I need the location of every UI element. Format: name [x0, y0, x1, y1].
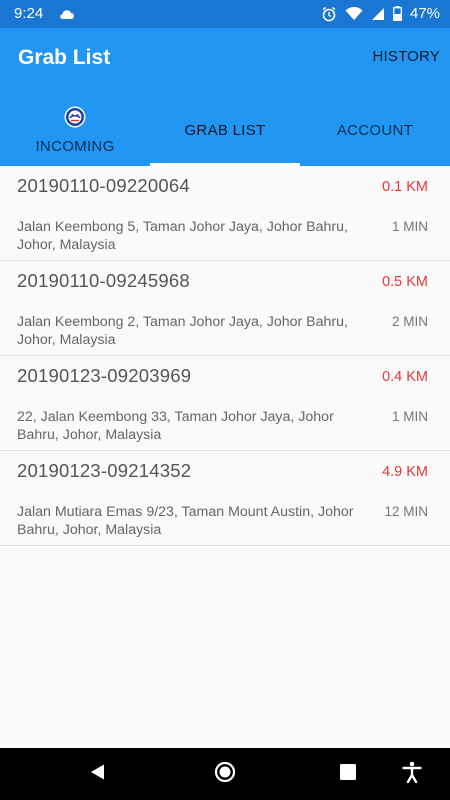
tab-incoming[interactable]: INCOMING [0, 94, 150, 166]
order-distance: 4.9 KM [382, 464, 428, 480]
alarm-icon [321, 6, 337, 22]
order-list-item[interactable]: 20190110-09245968 0.5 KM Jalan Keembong … [0, 261, 450, 356]
order-id: 20190110-09220064 [17, 175, 190, 196]
home-icon [214, 761, 236, 788]
order-list-item[interactable]: 20190123-09214352 4.9 KM Jalan Mutiara E… [0, 451, 450, 546]
order-address: 22, Jalan Keembong 33, Taman Johor Jaya,… [17, 409, 334, 443]
tab-account-label: ACCOUNT [336, 121, 414, 139]
tab-grab-list-label: GRAB LIST [184, 121, 266, 139]
order-id: 20190123-09214352 [17, 460, 192, 481]
wifi-icon [345, 6, 363, 21]
order-address: Jalan Mutiara Emas 9/23, Taman Mount Aus… [17, 504, 354, 538]
order-list-item[interactable]: 20190110-09220064 0.1 KM Jalan Keembong … [0, 166, 450, 261]
recents-button[interactable] [318, 748, 378, 800]
page-title: Grab List [18, 46, 111, 69]
accessibility-icon [402, 761, 422, 788]
order-list-item[interactable]: 20190123-09203969 0.4 KM 22, Jalan Keemb… [0, 356, 450, 451]
accessibility-button[interactable] [382, 748, 442, 800]
status-time: 9:24 [14, 5, 44, 22]
recents-icon [340, 763, 356, 785]
order-distance: 0.5 KM [382, 274, 428, 290]
order-list: 20190110-09220064 0.1 KM Jalan Keembong … [0, 166, 450, 546]
order-eta: 1 MIN [391, 409, 428, 424]
order-address: Jalan Keembong 5, Taman Johor Jaya, Joho… [17, 219, 348, 253]
logo-icon [64, 106, 86, 128]
order-distance: 0.1 KM [382, 179, 428, 195]
order-eta: 1 MIN [391, 219, 428, 234]
system-nav-bar [0, 748, 450, 800]
app-bar: Grab List HISTORY INCOMING GRAB LIST ACC… [0, 28, 450, 166]
tab-incoming-label: INCOMING [35, 137, 115, 155]
tab-bar: INCOMING GRAB LIST ACCOUNT [0, 94, 450, 166]
home-button[interactable] [195, 748, 255, 800]
battery-icon [393, 6, 402, 21]
cloud-icon [58, 7, 75, 25]
back-button[interactable] [68, 748, 128, 800]
back-icon [89, 763, 107, 786]
order-distance: 0.4 KM [382, 369, 428, 385]
order-eta: 2 MIN [391, 314, 428, 329]
order-eta: 12 MIN [384, 504, 428, 519]
signal-icon [371, 7, 385, 21]
order-address: Jalan Keembong 2, Taman Johor Jaya, Joho… [17, 314, 348, 348]
tab-account[interactable]: ACCOUNT [300, 94, 450, 166]
order-id: 20190123-09203969 [17, 365, 192, 386]
status-icons: 47% [321, 5, 440, 22]
order-id: 20190110-09245968 [17, 270, 190, 291]
status-bar: 9:24 47% [0, 0, 450, 28]
battery-percent: 47% [409, 5, 440, 22]
tab-grab-list[interactable]: GRAB LIST [150, 94, 300, 166]
history-button[interactable]: HISTORY [372, 48, 440, 65]
